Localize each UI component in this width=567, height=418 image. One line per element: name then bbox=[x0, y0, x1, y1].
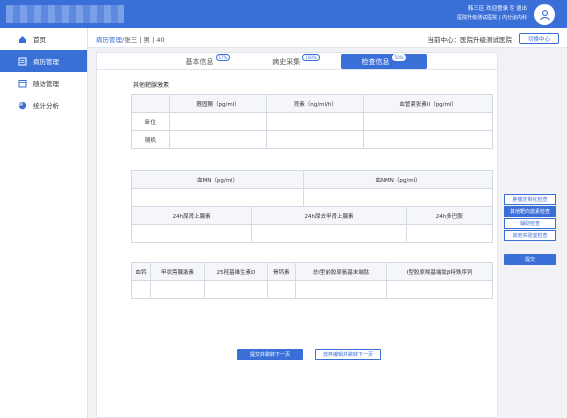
table-header: 醛固酮（pg/ml） bbox=[168, 94, 268, 113]
urine-table: 24h尿肾上腺素 24h尿去甲肾上腺素 24h多巴胺 bbox=[130, 206, 494, 243]
tab-history[interactable]: 病史采集 100% bbox=[253, 54, 339, 69]
sidebar-item-followup[interactable]: 随访管理 bbox=[0, 72, 87, 94]
table-header: 骨钙素 bbox=[267, 262, 296, 281]
avatar[interactable] bbox=[534, 4, 555, 25]
submit-next-button[interactable]: 提交并跳转下一页 bbox=[237, 349, 303, 360]
row-label: 卧位 bbox=[131, 112, 170, 131]
input-cell[interactable] bbox=[267, 280, 296, 299]
table-header: 肾素（ng/ml/h） bbox=[266, 94, 365, 113]
progress-badge: 100% bbox=[302, 54, 320, 61]
patient-info: /张三 | 男 | 40 bbox=[122, 36, 165, 44]
top-bar: 韩三区 欢迎登录 ⎘ 退出 医院升级测试医院 | 内分泌内科 bbox=[0, 0, 567, 28]
breadcrumb-link[interactable]: 病历管理 bbox=[96, 36, 122, 44]
table-header: 25羟基维生素D bbox=[204, 262, 269, 281]
hormone-table: 醛固酮（pg/ml） 肾素（ng/ml/h） 血管紧张素II（pg/ml） 卧位… bbox=[131, 94, 493, 149]
table-header: 总I型前胶原氨基末端肽 bbox=[294, 262, 388, 281]
submit-button[interactable]: 提交 bbox=[504, 254, 556, 265]
table-row: 随机 bbox=[131, 130, 493, 149]
app-logo bbox=[6, 5, 124, 23]
tab-bar: 基本信息 17% 病史采集 100% 检查信息 50% bbox=[97, 53, 497, 70]
table-header: 24h尿肾上腺素 bbox=[130, 206, 253, 225]
record-icon bbox=[18, 57, 27, 66]
input-cell[interactable] bbox=[303, 188, 493, 207]
sidebar-item-stats[interactable]: 统计分析 bbox=[0, 94, 87, 116]
breadcrumb-bar: 病历管理/张三 | 男 | 40 当前中心：医院升级测试医院 切换中心 bbox=[88, 28, 567, 48]
table-header: 血NMN（pg/ml） bbox=[303, 170, 493, 189]
input-cell[interactable] bbox=[266, 112, 365, 131]
sidebar-item-records[interactable]: 病历管理 bbox=[0, 50, 87, 72]
current-center: 当前中心：医院升级测试医院 bbox=[427, 36, 513, 44]
input-cell[interactable] bbox=[363, 130, 493, 149]
tab-label: 病史采集 bbox=[272, 57, 301, 66]
tab-label: 基本信息 bbox=[185, 57, 214, 66]
mn-table: 血MN（pg/ml） 血NMN（pg/ml） bbox=[130, 170, 493, 207]
right-nav: 肿瘤定制化检查 其他靶向激素检查 辅助检查 其他实验室检查 bbox=[504, 194, 556, 242]
sidebar: 首页 病历管理 随访管理 统计分析 bbox=[0, 28, 88, 418]
chart-icon bbox=[18, 101, 27, 110]
input-cell[interactable] bbox=[204, 280, 269, 299]
input-cell[interactable] bbox=[168, 130, 268, 149]
progress-badge: 17% bbox=[215, 54, 231, 61]
breadcrumb: 病历管理/张三 | 男 | 40 bbox=[96, 34, 165, 44]
tab-label: 检查信息 bbox=[361, 57, 390, 66]
table-header: 血MN（pg/ml） bbox=[130, 170, 305, 189]
sidebar-item-label: 首页 bbox=[33, 36, 46, 44]
input-cell[interactable] bbox=[294, 280, 388, 299]
input-cell[interactable] bbox=[130, 280, 152, 299]
table-header: 血钙 bbox=[130, 262, 152, 281]
input-cell[interactable] bbox=[251, 224, 407, 243]
table-row bbox=[130, 188, 493, 207]
tab-basic-info[interactable]: 基本信息 17% bbox=[165, 54, 251, 69]
table-header: 24h多巴胺 bbox=[405, 206, 494, 225]
main-panel: 基本信息 17% 病史采集 100% 检查信息 50% 其他靶腺激素 醛固酮（p… bbox=[96, 52, 498, 418]
bone-table: 血钙 甲状旁腺激素 25羟基维生素D 骨钙素 总I型前胶原氨基末端肽 I型胶原羧… bbox=[130, 262, 493, 299]
sidebar-item-home[interactable]: 首页 bbox=[0, 28, 87, 50]
progress-badge: 50% bbox=[391, 54, 407, 61]
user-icon bbox=[539, 9, 550, 20]
input-cell[interactable] bbox=[405, 224, 494, 243]
sidebar-item-label: 病历管理 bbox=[33, 58, 59, 66]
table-header bbox=[131, 94, 170, 113]
nav-tumor-exam[interactable]: 肿瘤定制化检查 bbox=[504, 194, 556, 205]
logout-icon[interactable]: ⎘ bbox=[510, 6, 514, 12]
input-cell[interactable] bbox=[266, 130, 365, 149]
input-cell[interactable] bbox=[130, 224, 253, 243]
row-label: 随机 bbox=[131, 130, 170, 149]
sidebar-item-label: 随访管理 bbox=[33, 80, 59, 88]
followup-icon bbox=[18, 79, 27, 88]
user-info: 韩三区 欢迎登录 ⎘ 退出 医院升级测试医院 | 内分泌内科 bbox=[457, 5, 527, 23]
table-row bbox=[130, 280, 493, 299]
nav-auxiliary-exam[interactable]: 辅助检查 bbox=[504, 218, 556, 229]
input-cell[interactable] bbox=[130, 188, 305, 207]
hospital-dept: 医院升级测试医院 | 内分泌内科 bbox=[457, 15, 527, 21]
input-cell[interactable] bbox=[363, 112, 493, 131]
input-cell[interactable] bbox=[386, 280, 493, 299]
table-header: 24h尿去甲肾上腺素 bbox=[251, 206, 407, 225]
table-header: 血管紧张素II（pg/ml） bbox=[363, 94, 493, 113]
welcome-text: 韩三区 欢迎登录 bbox=[467, 6, 509, 12]
input-cell[interactable] bbox=[150, 280, 206, 299]
table-row bbox=[130, 224, 494, 243]
input-cell[interactable] bbox=[168, 112, 268, 131]
table-header: I型胶原羧基端肽β特殊序列 bbox=[386, 262, 493, 281]
table-header: 甲状旁腺激素 bbox=[150, 262, 206, 281]
home-icon bbox=[18, 35, 27, 44]
section-title: 其他靶腺激素 bbox=[133, 82, 170, 89]
abandon-next-button[interactable]: 放弃编辑并跳转下一页 bbox=[315, 349, 381, 360]
nav-hormone-exam[interactable]: 其他靶向激素检查 bbox=[504, 206, 556, 217]
switch-center-button[interactable]: 切换中心 bbox=[519, 33, 559, 44]
table-row: 卧位 bbox=[131, 112, 493, 131]
nav-other-lab-exam[interactable]: 其他实验室检查 bbox=[504, 230, 556, 241]
sidebar-item-label: 统计分析 bbox=[33, 102, 59, 110]
tab-exam-info[interactable]: 检查信息 50% bbox=[341, 54, 427, 69]
logout-link[interactable]: 退出 bbox=[516, 6, 527, 12]
